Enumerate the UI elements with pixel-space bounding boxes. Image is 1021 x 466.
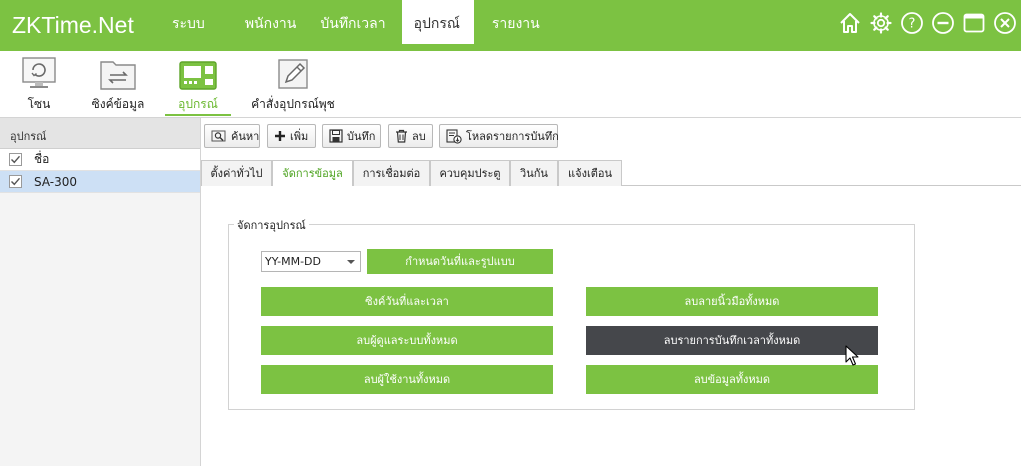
delete-button[interactable]: ลบ — [388, 124, 433, 148]
date-format-select[interactable]: YY-MM-DD — [261, 251, 361, 272]
main-nav: ระบบ พนักงาน บันทึกเวลา อุปกรณ์ รายงาน — [158, 0, 554, 44]
search-button[interactable]: ค้นหา — [204, 124, 260, 148]
ribbon-device-label: อุปกรณ์ — [178, 97, 218, 111]
plus-icon — [274, 130, 286, 142]
maximize-icon[interactable] — [961, 10, 986, 35]
nav-attendance[interactable]: บันทึกเวลา — [308, 0, 401, 44]
nav-device[interactable]: อุปกรณ์ — [401, 0, 474, 44]
select-all-checkbox[interactable] — [9, 153, 22, 166]
sync-folder-icon — [88, 51, 148, 91]
push-command-icon — [250, 51, 336, 91]
tab-anti-passback[interactable]: วินกัน — [510, 160, 558, 186]
delete-admins-button[interactable]: ลบผู้ดูแลระบบทั้งหมด — [261, 326, 553, 355]
ribbon-sync-label: ซิงค์ข้อมูล — [91, 97, 145, 111]
tab-data-management[interactable]: จัดการข้อมูล — [272, 160, 353, 187]
svg-text:?: ? — [908, 16, 915, 31]
device-row-checkbox[interactable] — [9, 175, 22, 188]
set-date-format-button[interactable]: กำหนดวันที่และรูปแบบ — [367, 249, 553, 274]
download-logs-button[interactable]: โหลดรายการบันทึก — [439, 124, 559, 148]
window-controls: ? — [837, 10, 1017, 35]
search-icon — [211, 129, 227, 143]
ribbon-zone-label: โซน — [27, 97, 51, 111]
toolbar: ค้นหา เพิ่ม บันทึก ลบ โหลดรายการบันทึก — [201, 118, 1021, 156]
close-icon[interactable] — [992, 10, 1017, 35]
save-button[interactable]: บันทึก — [322, 124, 381, 148]
save-disk-icon — [329, 129, 343, 143]
tab-alerts[interactable]: แจ้งเตือน — [558, 160, 622, 186]
delete-attendance-logs-button[interactable]: ลบรายการบันทึกเวลาทั้งหมด — [586, 326, 878, 355]
tab-door-control[interactable]: ควบคุมประตู — [430, 160, 510, 186]
tab-general-settings[interactable]: ตั้งค่าทั่วไป — [201, 160, 272, 186]
add-button[interactable]: เพิ่ม — [267, 124, 316, 148]
top-bar: ZKTime.Net ระบบ พนักงาน บันทึกเวลา อุปกร… — [0, 0, 1021, 51]
device-management-title: จัดการอุปกรณ์ — [234, 216, 309, 234]
delete-all-data-button[interactable]: ลบข้อมูลทั้งหมด — [586, 365, 878, 394]
download-records-icon — [446, 128, 462, 144]
device-list-header: อุปกรณ์ — [0, 118, 200, 149]
delete-button-label: ลบ — [412, 130, 426, 143]
ribbon-push-command[interactable]: คำสั่งอุปกรณ์พุช — [250, 51, 336, 117]
device-list-panel: อุปกรณ์ ชื่อ SA-300 — [0, 118, 201, 466]
tab-connection[interactable]: การเชื่อมต่อ — [353, 160, 430, 186]
help-icon[interactable]: ? — [899, 10, 924, 35]
device-name: SA-300 — [34, 174, 78, 189]
app-logo: ZKTime.Net — [12, 11, 134, 39]
ribbon-sync[interactable]: ซิงค์ข้อมูล — [88, 51, 148, 117]
download-logs-button-label: โหลดรายการบันทึก — [466, 130, 559, 143]
nav-system[interactable]: ระบบ — [158, 0, 219, 44]
device-list-column-header: ชื่อ — [0, 149, 200, 171]
search-button-label: ค้นหา — [231, 130, 260, 143]
save-button-label: บันทึก — [347, 130, 376, 143]
chevron-down-icon — [347, 260, 355, 264]
delete-fingerprints-button[interactable]: ลบลายนิ้วมือทั้งหมด — [586, 287, 878, 316]
minimize-icon[interactable] — [930, 10, 955, 35]
device-terminal-icon — [165, 51, 231, 91]
column-name-label: ชื่อ — [34, 152, 50, 166]
trash-icon — [395, 129, 408, 143]
nav-report[interactable]: รายงาน — [474, 0, 554, 44]
logo-suffix-text: .Net — [91, 12, 134, 38]
mouse-cursor-icon — [845, 345, 859, 371]
delete-users-button[interactable]: ลบผู้ใช้งานทั้งหมด — [261, 365, 553, 394]
date-format-value: YY-MM-DD — [265, 255, 321, 268]
gear-icon[interactable] — [868, 10, 893, 35]
add-button-label: เพิ่ม — [290, 130, 309, 143]
ribbon-push-command-label: คำสั่งอุปกรณ์พุช — [251, 97, 335, 111]
logo-main-text: ZKTime — [12, 12, 92, 38]
ribbon-device[interactable]: อุปกรณ์ — [165, 51, 231, 117]
nav-employee[interactable]: พนักงาน — [219, 0, 309, 44]
settings-tabs: ตั้งค่าทั่วไป จัดการข้อมูล การเชื่อมต่อ … — [201, 160, 1021, 187]
zone-monitor-icon — [18, 51, 60, 91]
device-row[interactable]: SA-300 — [0, 171, 200, 193]
sync-datetime-button[interactable]: ซิงค์วันที่และเวลา — [261, 287, 553, 316]
ribbon: โซน ซิงค์ข้อมูล อุปกรณ์ คำสั่งอุปกรณ์พุช — [0, 51, 1021, 118]
home-icon[interactable] — [837, 10, 862, 35]
ribbon-zone[interactable]: โซน — [18, 51, 60, 117]
